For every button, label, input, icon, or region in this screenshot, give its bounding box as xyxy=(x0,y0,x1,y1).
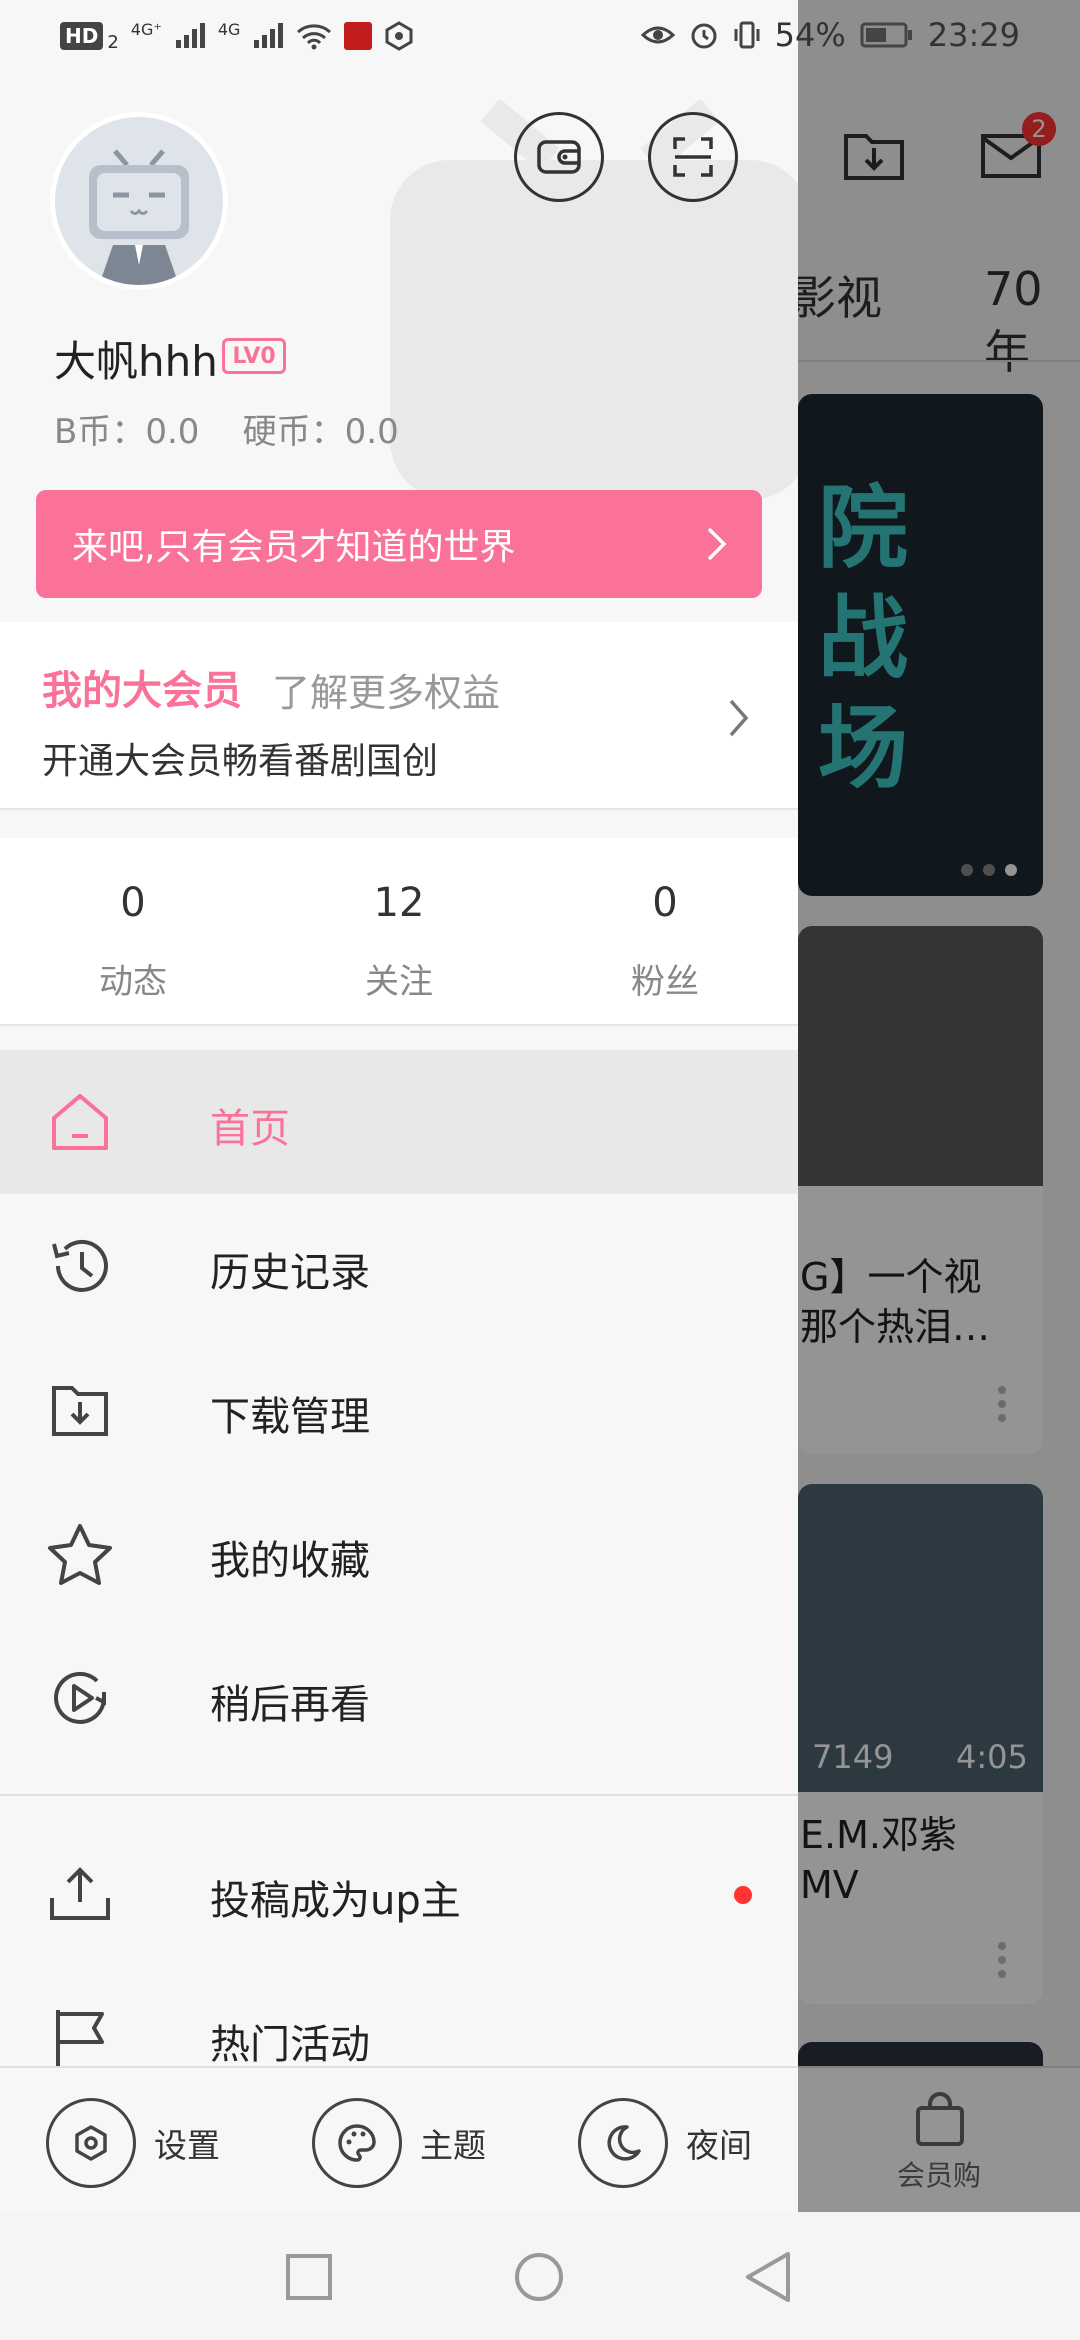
tv-mascot-icon xyxy=(55,117,223,285)
vip-subtitle: 开通大会员畅看番剧国创 xyxy=(42,741,439,782)
stat-value: 0 xyxy=(120,880,146,926)
stat-value: 12 xyxy=(373,880,425,926)
vip-banner-text: 来吧,只有会员才知道的世界 xyxy=(72,527,516,568)
upload-icon xyxy=(50,1867,110,1920)
menu-item-favorites[interactable]: 我的收藏 xyxy=(0,1482,798,1626)
clock: 23:29 xyxy=(927,16,1020,54)
vip-membership-section[interactable]: 我的大会员 了解更多权益 开通大会员畅看番剧国创 xyxy=(0,622,798,810)
app-notification-icon xyxy=(344,21,373,50)
menu-label: 投稿成为up主 xyxy=(210,1878,461,1924)
coin-balance: B币：0.0 硬币：0.0 xyxy=(54,412,399,452)
settings-button[interactable]: 设置 xyxy=(46,2098,220,2188)
menu-item-history[interactable]: 历史记录 xyxy=(0,1194,798,1338)
download-folder-icon xyxy=(52,1386,108,1436)
menu-divider xyxy=(0,1794,798,1796)
wallet-icon xyxy=(537,140,581,174)
menu-item-watch-later[interactable]: 稍后再看 xyxy=(0,1626,798,1770)
username[interactable]: 大帆hhh xyxy=(54,328,218,389)
scan-icon xyxy=(673,137,713,177)
notification-dot xyxy=(734,1886,752,1904)
night-mode-button[interactable]: 夜间 xyxy=(578,2098,752,2188)
menu-label: 历史记录 xyxy=(210,1250,370,1296)
chevron-right-icon xyxy=(707,527,727,561)
watch-later-icon xyxy=(54,1671,106,1724)
scan-button[interactable] xyxy=(648,112,738,202)
theme-label: 主题 xyxy=(420,2126,486,2165)
stat-dynamics[interactable]: 0 动态 xyxy=(0,838,266,1026)
stat-label: 关注 xyxy=(365,962,433,1002)
settings-icon xyxy=(75,2125,107,2161)
settings-label: 设置 xyxy=(154,2126,220,2165)
battery-percent: 54% xyxy=(774,16,846,54)
palette-icon xyxy=(338,2124,376,2162)
navigation-drawer: 大帆hhh LV0 B币：0.0 硬币：0.0 来吧,只有会员才知道的世界 我的… xyxy=(0,0,798,2212)
avatar[interactable] xyxy=(50,112,228,290)
signal-icon xyxy=(175,22,205,48)
alarm-icon xyxy=(691,23,717,49)
home-nav-icon[interactable] xyxy=(512,2250,566,2304)
network-4g: 4G xyxy=(217,20,241,39)
menu-label: 首页 xyxy=(210,1106,290,1152)
vip-title: 我的大会员 xyxy=(42,668,242,714)
stat-following[interactable]: 12 关注 xyxy=(266,838,532,1026)
chevron-right-icon xyxy=(729,699,749,737)
stats-row: 0 动态 12 关注 0 粉丝 xyxy=(0,838,798,1026)
menu-label: 热门活动 xyxy=(210,2022,370,2068)
menu-label: 我的收藏 xyxy=(210,1538,370,1584)
night-mode-label: 夜间 xyxy=(686,2126,752,2165)
history-icon xyxy=(52,1239,108,1292)
stat-fans[interactable]: 0 粉丝 xyxy=(532,838,798,1026)
wallet-button[interactable] xyxy=(514,112,604,202)
eye-icon xyxy=(640,26,675,44)
stat-value: 0 xyxy=(652,880,678,926)
menu-item-home[interactable]: 首页 xyxy=(0,1050,798,1194)
hd-indicator-sub: 2 xyxy=(107,32,119,53)
theme-button[interactable]: 主题 xyxy=(312,2098,486,2188)
recent-apps-icon[interactable] xyxy=(282,2250,336,2304)
stat-label: 动态 xyxy=(99,962,167,1002)
battery-icon xyxy=(860,22,912,48)
back-icon[interactable] xyxy=(742,2250,796,2304)
signal-icon xyxy=(254,22,284,48)
stat-label: 粉丝 xyxy=(631,962,699,1002)
flag-icon xyxy=(56,2010,104,2068)
menu-label: 稍后再看 xyxy=(210,1682,370,1728)
wifi-icon xyxy=(297,23,332,49)
level-badge: LV0 xyxy=(222,338,286,374)
hd-indicator: HD xyxy=(60,21,104,50)
system-navigation-bar xyxy=(0,2212,1080,2340)
vip-promo-banner[interactable]: 来吧,只有会员才知道的世界 xyxy=(36,490,762,598)
app-notification-icon xyxy=(385,20,413,51)
drawer-footer: 设置 主题 夜间 xyxy=(0,2066,798,2212)
menu-item-downloads[interactable]: 下载管理 xyxy=(0,1338,798,1482)
star-icon xyxy=(48,1524,112,1585)
vibrate-icon xyxy=(734,21,760,49)
vip-more-benefits: 了解更多权益 xyxy=(272,671,501,715)
menu-label: 下载管理 xyxy=(210,1394,370,1440)
status-bar: HD 2 4G⁺ 4G 54% 23:29 xyxy=(0,0,1080,72)
home-icon xyxy=(52,1094,108,1150)
moon-icon xyxy=(607,2125,641,2161)
network-4g-plus: 4G⁺ xyxy=(130,20,162,39)
menu-item-upload[interactable]: 投稿成为up主 xyxy=(0,1822,798,1966)
